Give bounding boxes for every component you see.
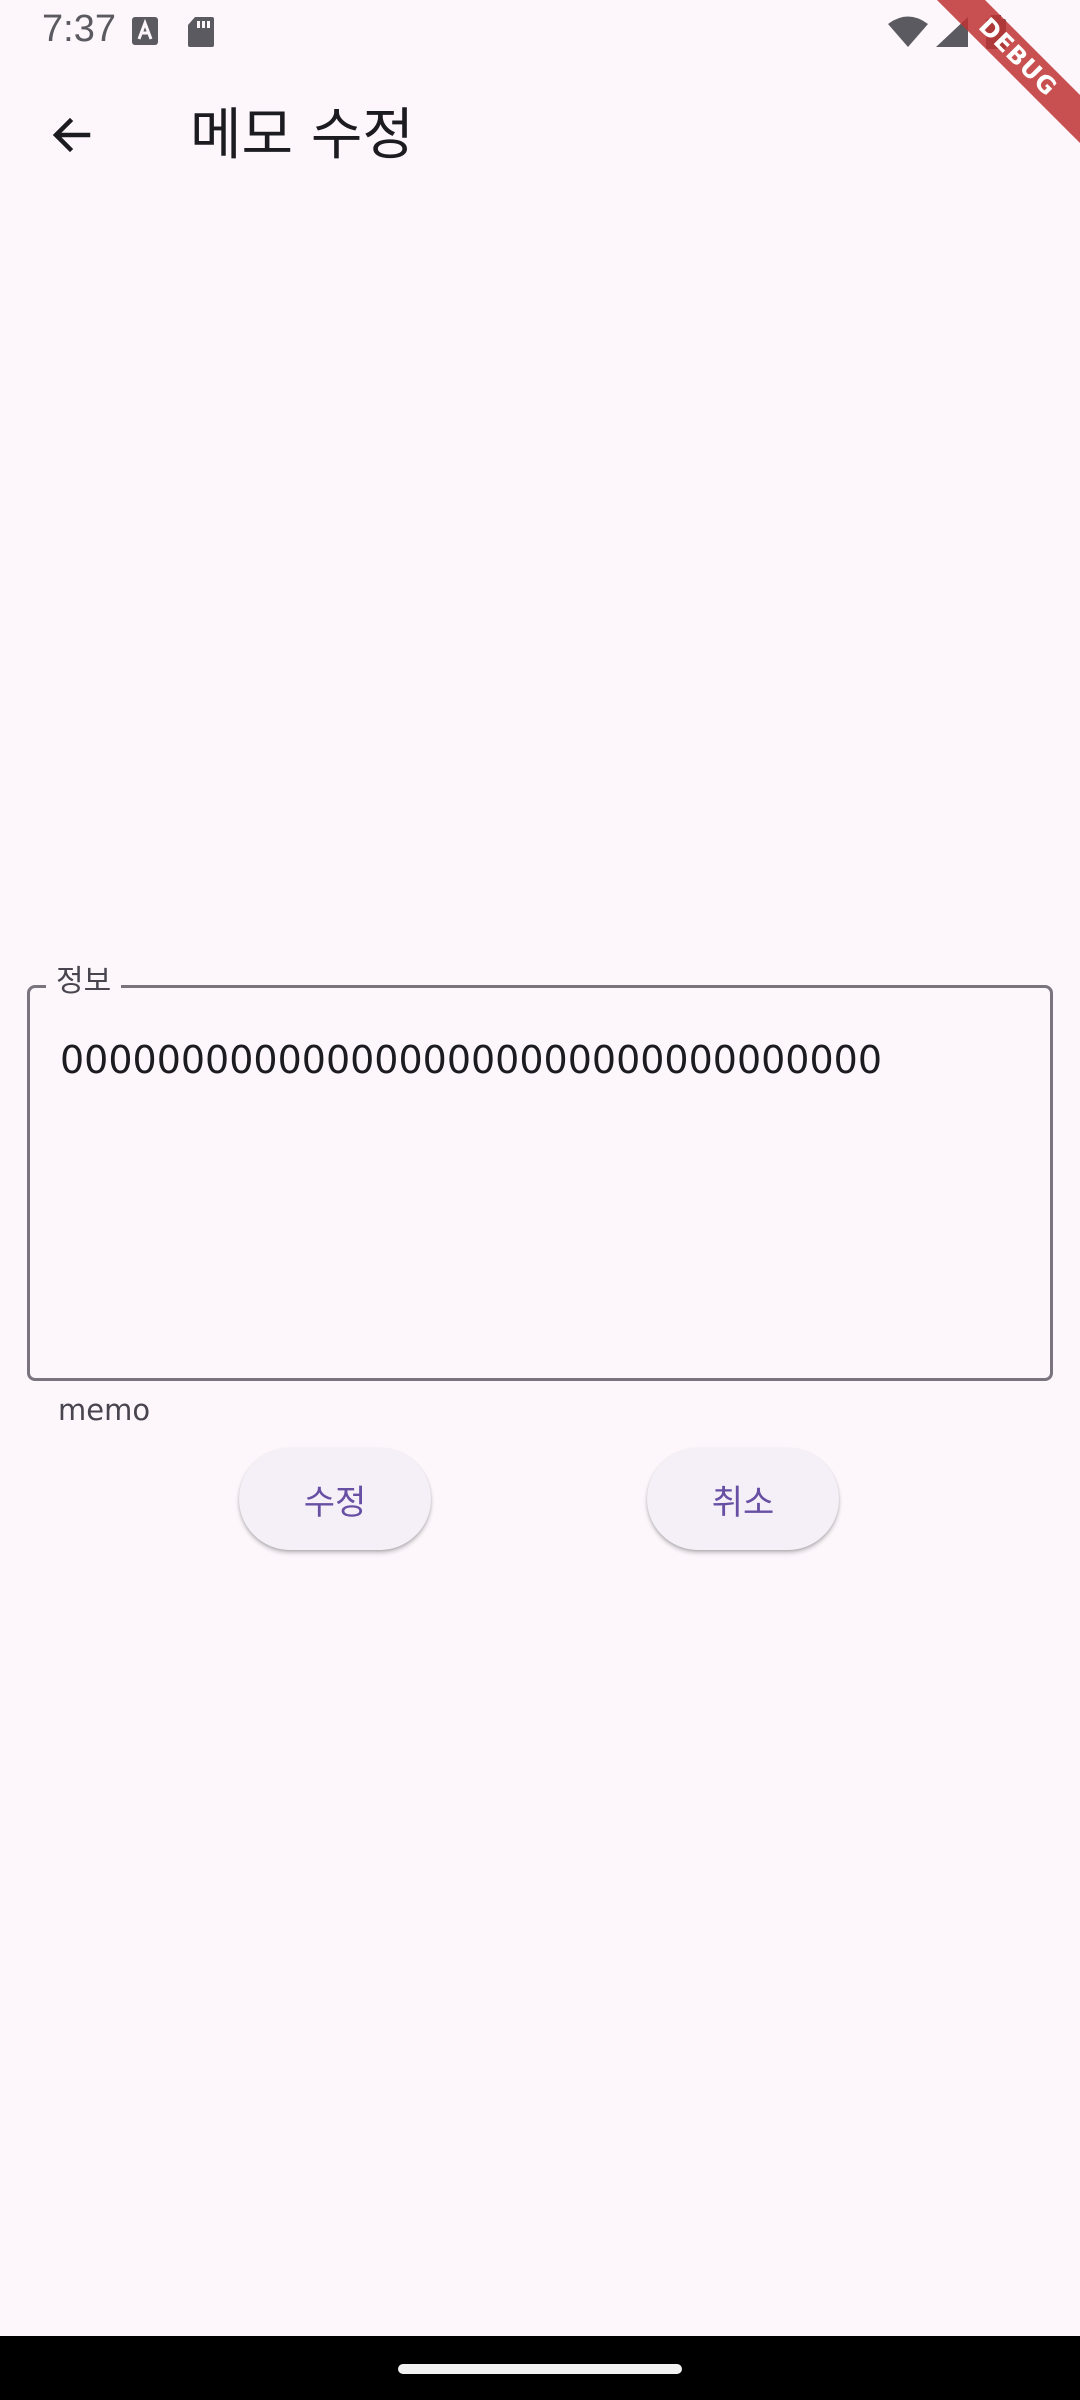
sd-card-icon: [186, 15, 216, 53]
edit-button[interactable]: 수정: [239, 1448, 431, 1550]
memo-text-field[interactable]: 정보 0000000000000000000000000000000000: [27, 962, 1053, 1381]
memo-edit-screen: 7:37 DEBUG 메모 수정 정보 00000000000000000000…: [0, 0, 1080, 2400]
page-title: 메모 수정: [190, 103, 414, 168]
a-keyboard-icon: [130, 15, 160, 51]
signal-icon: [932, 15, 972, 53]
cancel-button[interactable]: 취소: [647, 1448, 839, 1550]
arrow-left-icon: [48, 111, 96, 163]
navigation-bar: [0, 2336, 1080, 2400]
wifi-icon: [886, 15, 930, 53]
back-button[interactable]: [32, 97, 112, 177]
battery-icon: [984, 15, 1008, 55]
memo-field-value[interactable]: 0000000000000000000000000000000000: [60, 1038, 882, 1082]
memo-helper-text: memo: [58, 1393, 151, 1427]
app-bar: 메모 수정: [0, 64, 1080, 208]
memo-field-label: 정보: [46, 962, 122, 1002]
home-indicator[interactable]: [398, 2364, 682, 2374]
status-time: 7:37: [42, 8, 116, 50]
status-bar: 7:37: [0, 0, 1080, 64]
